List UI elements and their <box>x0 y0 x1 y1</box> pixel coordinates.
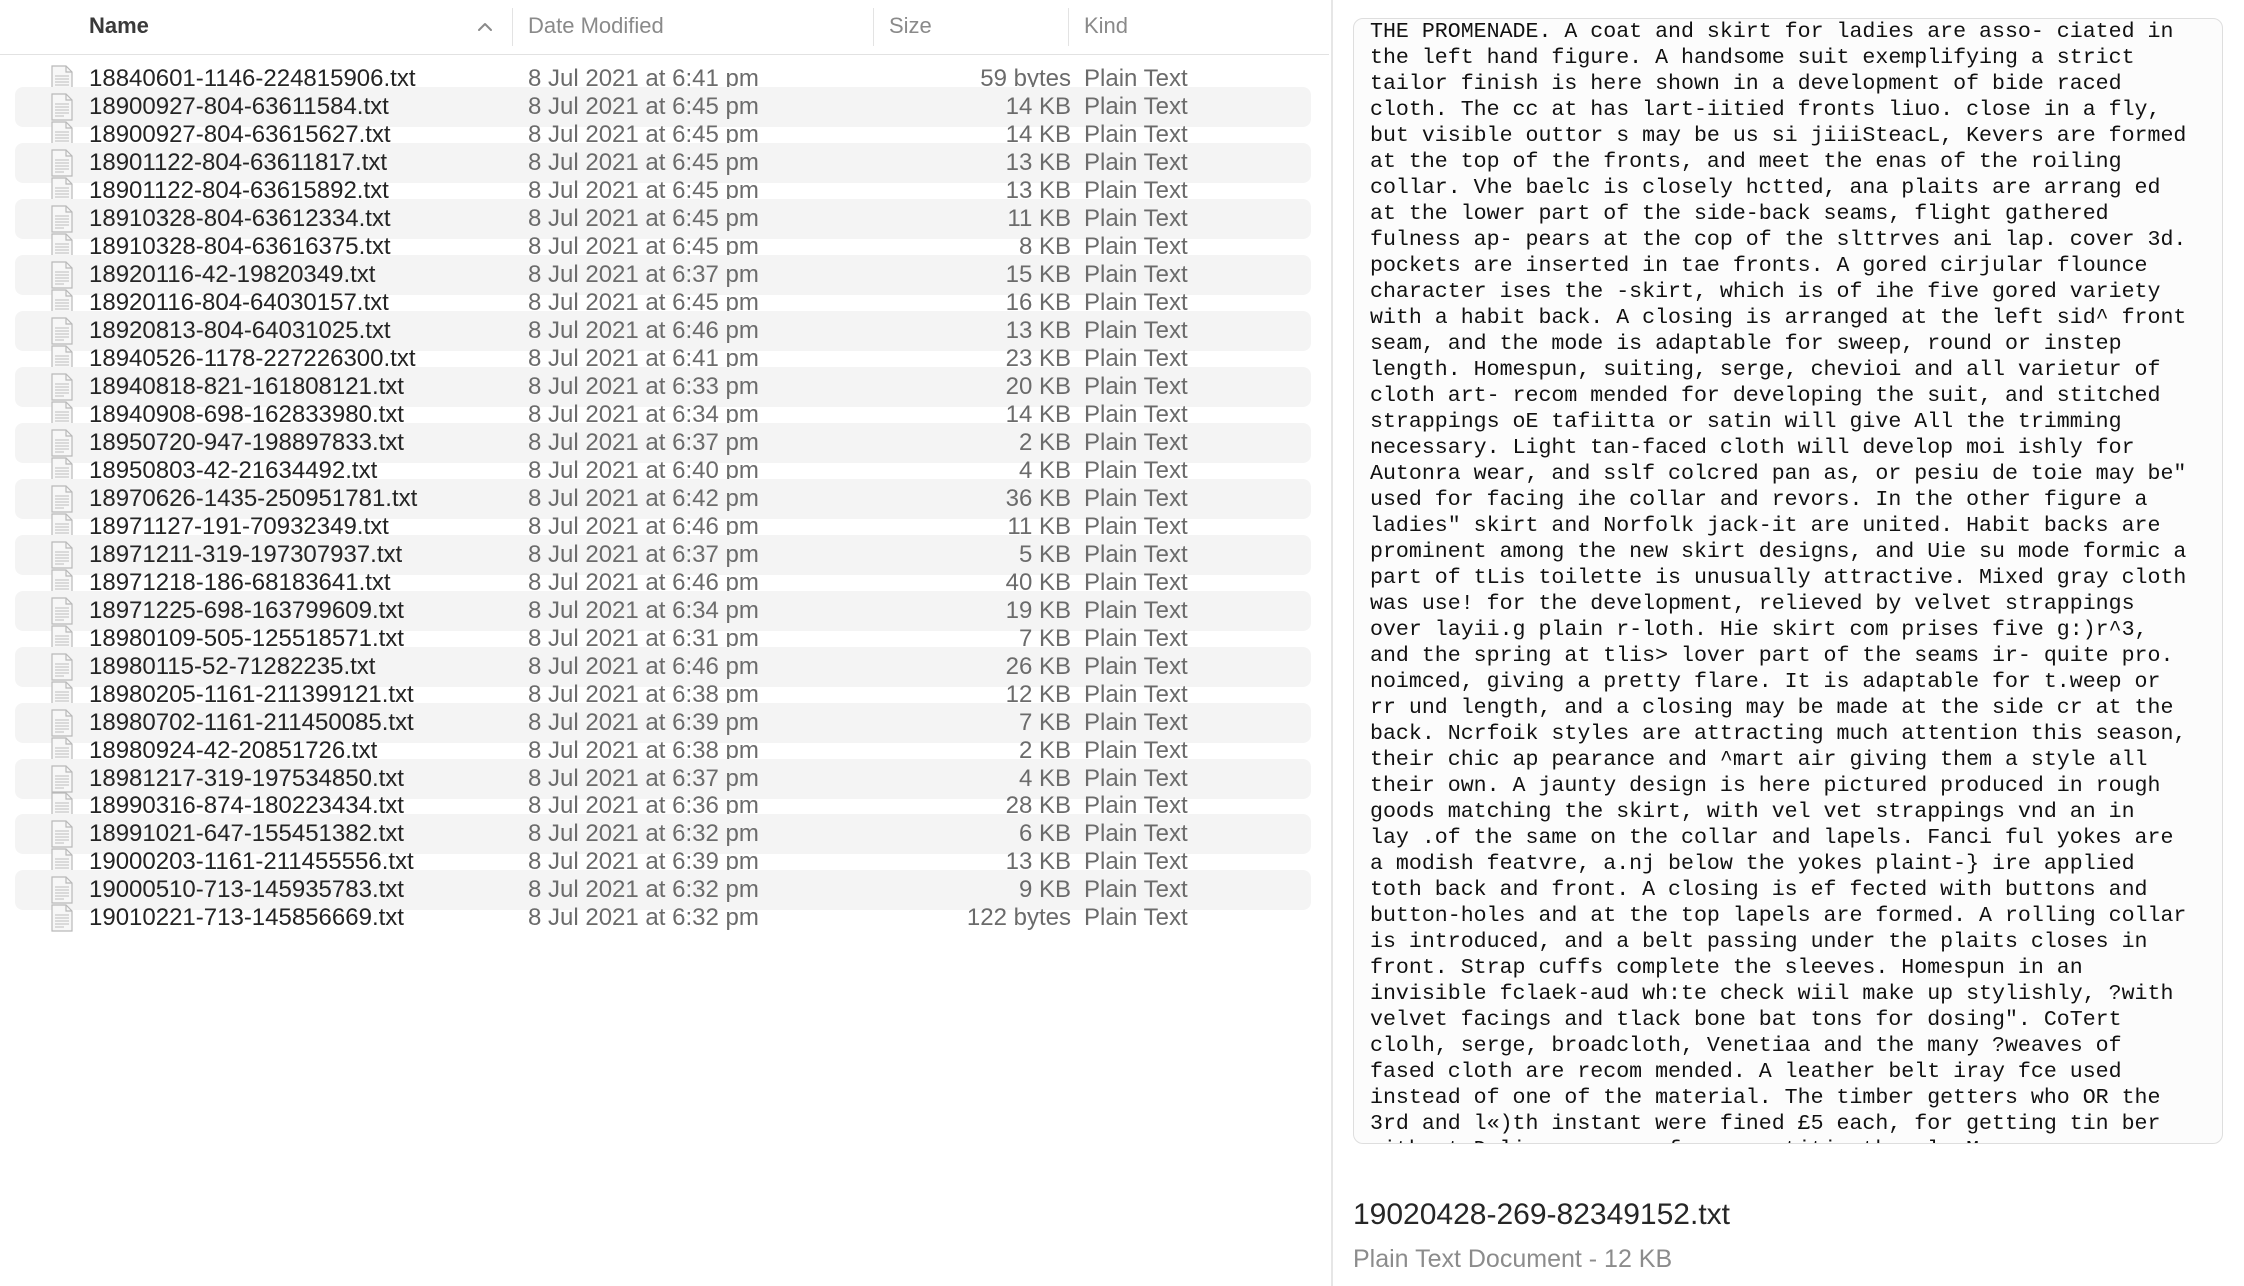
preview-text-line: without Dolice.....co of........titim th… <box>1370 1137 2220 1143</box>
preview-text-line: THE PROMENADE. A coat and skirt for ladi… <box>1370 20 2174 44</box>
preview-text-line: cloth art- recom mended for developing t… <box>1370 384 2161 408</box>
preview-filename: 19020428-269-82349152.txt <box>1353 1198 1730 1231</box>
preview-text-line: toth back and front. A closing is ef fec… <box>1370 878 2148 902</box>
preview-text-line: goods matching the skirt, with vel vet s… <box>1370 800 2135 824</box>
column-header-kind[interactable]: Kind <box>1084 0 1128 54</box>
text-document-icon <box>50 904 74 932</box>
preview-text-line: over layii.g plain r-loth. Hie skirt com… <box>1370 618 2148 642</box>
preview-text-line: with a habit back. A closing is arranged… <box>1370 306 2187 330</box>
preview-text-line: noimced, giving a pretty flare. It is ad… <box>1370 670 2161 694</box>
file-kind: Plain Text <box>1084 904 1188 931</box>
preview-text-line: their chic ap pearance and ^mart air giv… <box>1370 748 2148 772</box>
preview-text-line: tailor finish is here shown in a develop… <box>1370 72 2122 96</box>
preview-text-line: ladies" skirt and Norfolk jack-it are un… <box>1370 514 2161 538</box>
preview-text-line: part of tLis toilette is unusually attra… <box>1370 566 2187 590</box>
file-row[interactable]: 19010221-713-145856669.txt 8 Jul 2021 at … <box>15 898 1311 938</box>
preview-text-line: fased cloth are recom mended. A leather … <box>1370 1060 2122 1084</box>
preview-text-line: velvet facings and tlack bone bat tons f… <box>1370 1008 2122 1032</box>
preview-text-line: was use! for the development, relieved b… <box>1370 592 2135 616</box>
preview-text-line: rr und length, and a closing may be made… <box>1370 696 2174 720</box>
preview-text-line: character ises the -skirt, which is of i… <box>1370 280 2161 304</box>
preview-text-content: THE PROMENADE. A coat and skirt for ladi… <box>1370 19 2220 1143</box>
preview-text-line: collar. Vhe baelc is closely hctted, ana… <box>1370 176 2161 200</box>
preview-text-line: is introduced, and a belt passing under … <box>1370 930 2148 954</box>
preview-text-line: strappings oE tafiitta or satin will giv… <box>1370 410 2122 434</box>
preview-text-line: a modish featvre, a.nj below the yokes p… <box>1370 852 2135 876</box>
preview-text-line: seam, and the mode is adaptable for swee… <box>1370 332 2122 356</box>
preview-text-line: pockets are inserted in tae fronts. A go… <box>1370 254 2148 278</box>
preview-text-line: invisible fclaek-aud wh:te check wiil ma… <box>1370 982 2174 1006</box>
preview-text-line: instead of one of the material. The timb… <box>1370 1086 2161 1110</box>
column-header-size[interactable]: Size <box>889 0 932 54</box>
preview-file-info: Plain Text Document - 12 KB <box>1353 1245 1673 1273</box>
preview-text-line: but visible outtor s may be us si jiiiSt… <box>1370 124 2187 148</box>
preview-text-line: Autonra wear, and sslf colcred pan as, o… <box>1370 462 2187 486</box>
preview-text-line: prominent among the new skirt designs, a… <box>1370 540 2187 564</box>
preview-text-line: cloth. The cc at has lart-iitied fronts … <box>1370 98 2161 122</box>
preview-text-line: the left hand figure. A handsome suit ex… <box>1370 46 2135 70</box>
preview-text-line: at the lower part of the side-back seams… <box>1370 202 2109 226</box>
column-header-bar: Name Date Modified Size Kind <box>0 0 1329 55</box>
column-header-date-modified[interactable]: Date Modified <box>528 0 664 54</box>
column-separator[interactable] <box>873 8 874 46</box>
file-list-pane[interactable]: Name Date Modified Size Kind 18840601-11… <box>0 0 1329 1286</box>
preview-text-line: front. Strap cuffs complete the sleeves.… <box>1370 956 2083 980</box>
chevron-up-icon[interactable] <box>474 16 496 38</box>
preview-text-line: length. Homespun, suiting, serge, chevio… <box>1370 358 2161 382</box>
file-date-modified: 8 Jul 2021 at 6:32 pm <box>528 904 759 931</box>
preview-pane: THE PROMENADE. A coat and skirt for ladi… <box>1333 0 2244 1286</box>
preview-text-line: 3rd and l«)th instant were fined £5 each… <box>1370 1112 2161 1136</box>
preview-text-line: back. Ncrfoik styles are attracting much… <box>1370 722 2187 746</box>
preview-text-line: lay .of the same on the collar and lapel… <box>1370 826 2174 850</box>
column-header-name[interactable]: Name <box>89 0 149 54</box>
file-size: 122 bytes <box>966 904 1071 931</box>
preview-text-line: necessary. Light tan-faced cloth will de… <box>1370 436 2135 460</box>
column-separator[interactable] <box>512 8 513 46</box>
preview-text-line: clolh, serge, broadcloth, Venetiaa and t… <box>1370 1034 2122 1058</box>
file-name: 19010221-713-145856669.txt <box>89 904 404 931</box>
preview-text-line: their own. A jaunty design is here pictu… <box>1370 774 2161 798</box>
preview-text-line: fulness ap- pears at the cop of the sltt… <box>1370 228 2187 252</box>
preview-text-line: and the spring at tlis> lover part of th… <box>1370 644 2174 668</box>
preview-text-line: at the top of the fronts, and meet the e… <box>1370 150 2122 174</box>
column-separator[interactable] <box>1068 8 1069 46</box>
preview-text-line: button-holes and at the top lapels are f… <box>1370 904 2187 928</box>
text-preview[interactable]: THE PROMENADE. A coat and skirt for ladi… <box>1353 18 2223 1144</box>
preview-text-line: used for facing ihe collar and revors. I… <box>1370 488 2148 512</box>
